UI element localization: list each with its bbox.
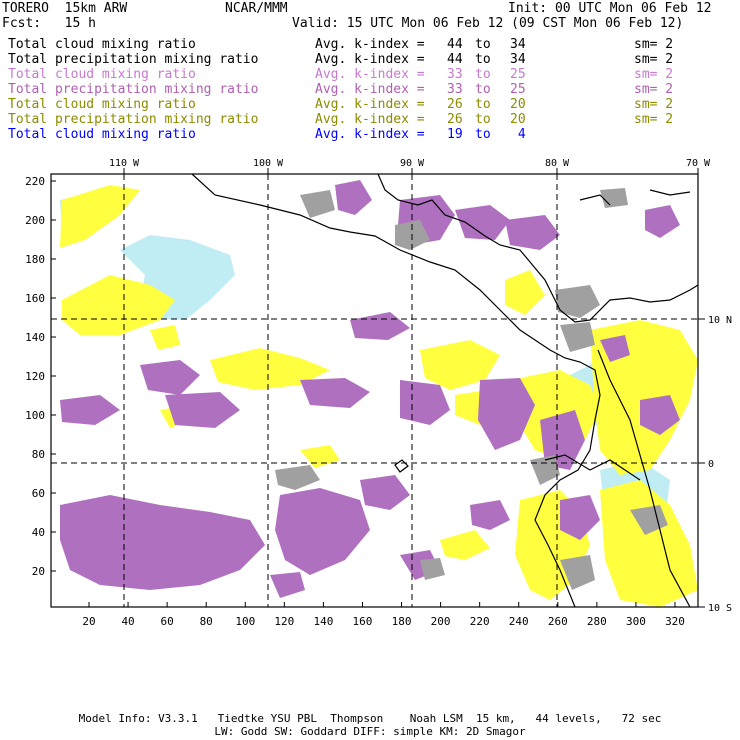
lat-label-2: 10 S xyxy=(708,603,732,614)
x-tick-label-3: 80 xyxy=(200,615,213,628)
y-tick-label-5: 120 xyxy=(25,370,45,383)
x-tick-label-10: 220 xyxy=(470,615,490,628)
cloud-field-layer xyxy=(51,174,698,607)
x-tick-label-4: 100 xyxy=(235,615,255,628)
y-tick-label-2: 180 xyxy=(25,253,45,266)
x-tick-label-15: 320 xyxy=(665,615,685,628)
x-tick-label-7: 160 xyxy=(353,615,373,628)
y-tick-label-0: 220 xyxy=(25,175,45,188)
x-tick-label-14: 300 xyxy=(626,615,646,628)
y-tick-label-9: 40 xyxy=(32,526,45,539)
x-tick-label-0: 20 xyxy=(82,615,95,628)
y-tick-label-4: 140 xyxy=(25,331,45,344)
y-tick-label-1: 200 xyxy=(25,214,45,227)
lon-label-0: 110 W xyxy=(109,158,140,169)
y-tick-label-10: 20 xyxy=(32,565,45,578)
y-tick-label-8: 60 xyxy=(32,487,45,500)
x-tick-label-11: 240 xyxy=(509,615,529,628)
y-tick-label-6: 100 xyxy=(25,409,45,422)
x-tick-label-5: 120 xyxy=(274,615,294,628)
x-tick-label-6: 140 xyxy=(313,615,333,628)
lon-label-3: 80 W xyxy=(545,158,570,169)
model-info-line1: Model Info: V3.3.1 Tiedtke YSU PBL Thomp… xyxy=(78,712,662,725)
lat-label-0: 10 N xyxy=(708,315,732,326)
lat-label-1: 0 xyxy=(708,459,714,470)
x-tick-label-9: 200 xyxy=(431,615,451,628)
x-tick-label-12: 260 xyxy=(548,615,568,628)
map-figure: 110 W 100 W 90 W 80 W 70 W 10 N 0 10 S 220 200 180… xyxy=(25,158,732,628)
y-tick-label-7: 80 xyxy=(32,448,45,461)
lon-label-4: 70 W xyxy=(686,158,711,169)
model-info-line2: LW: Godd SW: Goddard DIFF: simple KM: 2D… xyxy=(214,725,526,738)
x-tick-label-13: 280 xyxy=(587,615,607,628)
lon-label-1: 100 W xyxy=(253,158,284,169)
y-tick-label-3: 160 xyxy=(25,292,45,305)
x-tick-label-8: 180 xyxy=(392,615,412,628)
x-tick-label-2: 60 xyxy=(161,615,174,628)
x-tick-label-1: 40 xyxy=(121,615,134,628)
lon-label-2: 90 W xyxy=(400,158,425,169)
